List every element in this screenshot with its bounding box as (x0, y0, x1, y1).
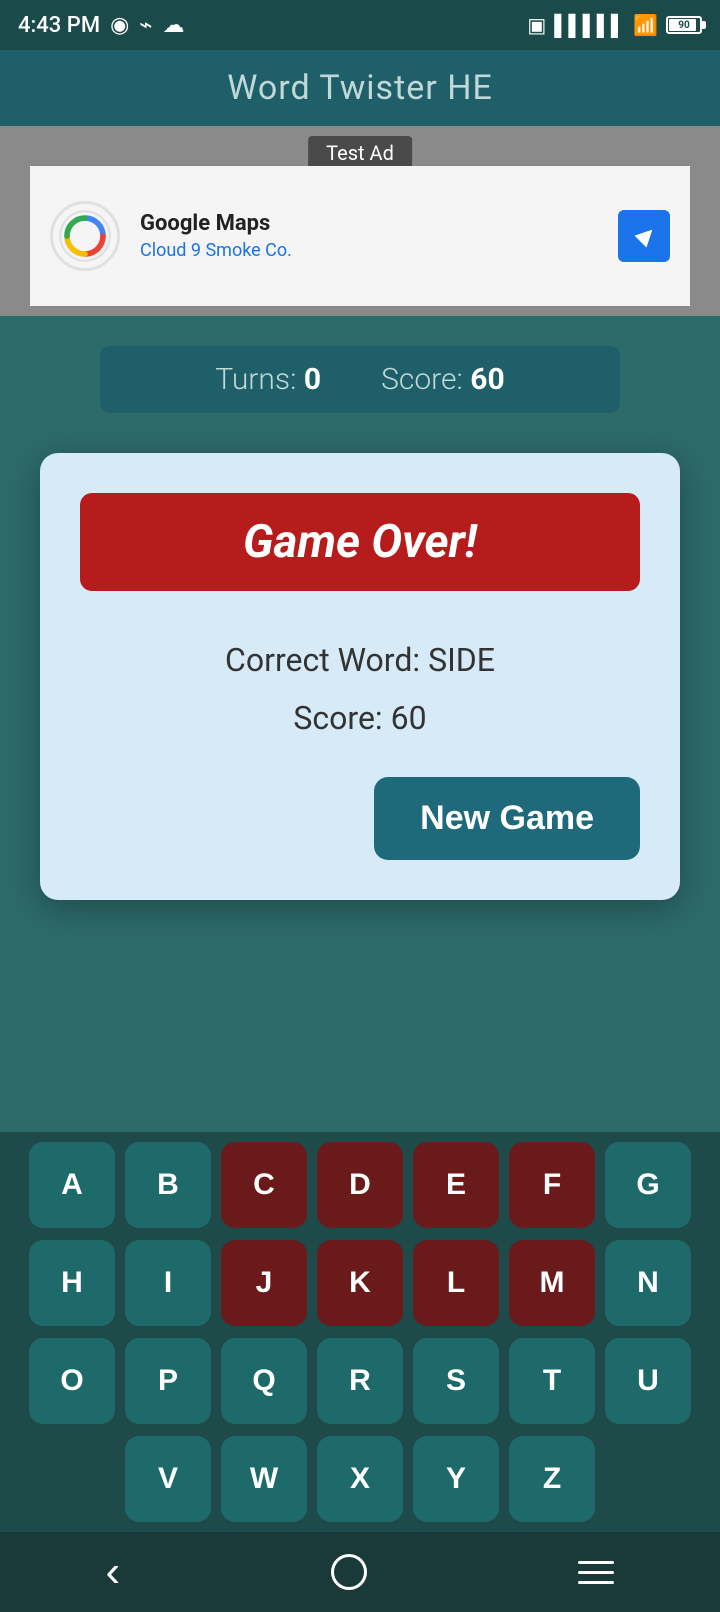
key-z[interactable]: Z (509, 1436, 595, 1522)
keyboard-area: ABCDEFG HIJKLMN OPQRSTU VWXYZ (0, 1132, 720, 1532)
cloud-icon: ☁ (163, 13, 185, 38)
battery-icon: 90 (666, 16, 702, 34)
modal-body: Correct Word: SIDE Score: 60 (80, 641, 640, 737)
game-over-title: Game Over! (80, 515, 640, 569)
key-h[interactable]: H (29, 1240, 115, 1326)
key-b[interactable]: B (125, 1142, 211, 1228)
status-bar-right: ▣ ▌▌▌▌▌ 📶 90 (527, 13, 702, 38)
game-over-modal: Game Over! Correct Word: SIDE Score: 60 … (40, 453, 680, 900)
key-x[interactable]: X (317, 1436, 403, 1522)
turns-label: Turns: (215, 362, 296, 397)
wifi-icon: 📶 (633, 13, 658, 37)
key-y[interactable]: Y (413, 1436, 499, 1522)
key-q[interactable]: Q (221, 1338, 307, 1424)
ad-area: Test Ad Google Maps Cloud 9 Smoke Co. (0, 126, 720, 316)
whatsapp-icon: ◉ (110, 13, 129, 38)
app-title: Word Twister HE (0, 68, 720, 108)
signal-icon: ▌▌▌▌▌ (554, 13, 625, 38)
usb-icon: ⌁ (139, 13, 152, 38)
key-p[interactable]: P (125, 1338, 211, 1424)
back-button[interactable] (106, 1547, 121, 1597)
score-bar: Turns: 0 Score: 60 (100, 346, 620, 413)
key-w[interactable]: W (221, 1436, 307, 1522)
key-a[interactable]: A (29, 1142, 115, 1228)
key-r[interactable]: R (317, 1338, 403, 1424)
game-over-banner: Game Over! (80, 493, 640, 591)
key-o[interactable]: O (29, 1338, 115, 1424)
key-m[interactable]: M (509, 1240, 595, 1326)
vibrate-icon: ▣ (527, 13, 546, 37)
key-k[interactable]: K (317, 1240, 403, 1326)
score-label: Score: (381, 362, 463, 397)
nav-bar (0, 1532, 720, 1612)
time-display: 4:43 PM (18, 13, 100, 38)
key-g[interactable]: G (605, 1142, 691, 1228)
key-e[interactable]: E (413, 1142, 499, 1228)
keyboard-row: VWXYZ (10, 1436, 710, 1522)
status-bar: 4:43 PM ◉ ⌁ ☁ ▣ ▌▌▌▌▌ 📶 90 (0, 0, 720, 50)
key-u[interactable]: U (605, 1338, 691, 1424)
menu-button[interactable] (578, 1561, 614, 1584)
key-t[interactable]: T (509, 1338, 595, 1424)
key-s[interactable]: S (413, 1338, 499, 1424)
key-l[interactable]: L (413, 1240, 499, 1326)
home-button[interactable] (331, 1554, 367, 1590)
status-bar-left: 4:43 PM ◉ ⌁ ☁ (18, 13, 185, 38)
correct-word-display: Correct Word: SIDE (80, 641, 640, 679)
keyboard-row: ABCDEFG (10, 1142, 710, 1228)
title-bar: Word Twister HE (0, 50, 720, 126)
key-d[interactable]: D (317, 1142, 403, 1228)
key-v[interactable]: V (125, 1436, 211, 1522)
score-value: 60 (470, 362, 504, 397)
test-ad-badge: Test Ad (308, 136, 412, 170)
ad-arrow-icon[interactable] (618, 210, 670, 262)
turns-value: 0 (304, 362, 321, 397)
key-c[interactable]: C (221, 1142, 307, 1228)
ad-content[interactable]: Google Maps Cloud 9 Smoke Co. (30, 166, 690, 306)
ad-advertiser-subtitle: Cloud 9 Smoke Co. (140, 240, 598, 261)
keyboard-row: OPQRSTU (10, 1338, 710, 1424)
key-n[interactable]: N (605, 1240, 691, 1326)
key-f[interactable]: F (509, 1142, 595, 1228)
ad-text: Google Maps Cloud 9 Smoke Co. (140, 211, 598, 261)
key-i[interactable]: I (125, 1240, 211, 1326)
ad-logo (50, 201, 120, 271)
modal-score-display: Score: 60 (80, 699, 640, 737)
keyboard-row: HIJKLMN (10, 1240, 710, 1326)
key-j[interactable]: J (221, 1240, 307, 1326)
new-game-button[interactable]: New Game (374, 777, 640, 860)
ad-advertiser-name: Google Maps (140, 211, 598, 236)
